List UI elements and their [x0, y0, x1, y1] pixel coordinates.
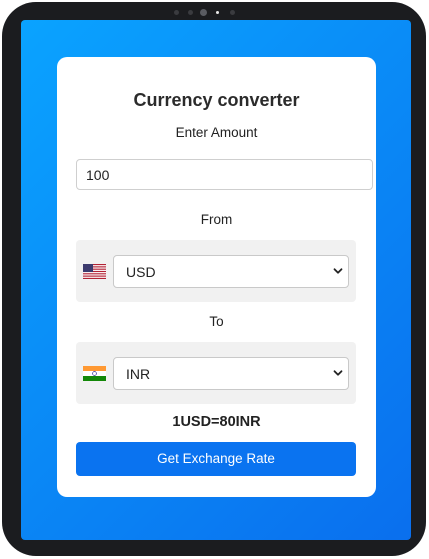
exchange-rate-result: 1USD=80INR	[172, 414, 261, 430]
light-dot	[216, 11, 219, 14]
from-currency-select[interactable]: USD	[113, 255, 349, 288]
sensor-dot	[188, 10, 193, 15]
converter-card: Currency converter Enter Amount From	[57, 57, 376, 497]
sensor-dot	[174, 10, 179, 15]
to-label: To	[209, 314, 224, 329]
get-exchange-rate-button[interactable]: Get Exchange Rate	[76, 442, 356, 476]
chevron-down-icon	[333, 370, 343, 376]
amount-input[interactable]	[76, 159, 373, 190]
camera-icon	[200, 9, 207, 16]
from-currency-box: USD	[76, 240, 356, 302]
amount-label: Enter Amount	[175, 125, 258, 140]
india-flag-icon	[83, 366, 106, 381]
tablet-frame: Currency converter Enter Amount From	[2, 2, 426, 556]
chevron-down-icon	[333, 268, 343, 274]
from-currency-value: USD	[126, 264, 156, 280]
to-currency-box: INR	[76, 342, 356, 404]
camera-bar	[174, 9, 254, 17]
to-currency-value: INR	[126, 366, 151, 382]
to-currency-select[interactable]: INR	[113, 357, 349, 390]
page-title: Currency converter	[133, 90, 300, 110]
from-label: From	[200, 212, 233, 227]
us-flag-icon	[83, 264, 106, 279]
sensor-dot	[230, 10, 235, 15]
app-screen: Currency converter Enter Amount From	[21, 20, 411, 540]
